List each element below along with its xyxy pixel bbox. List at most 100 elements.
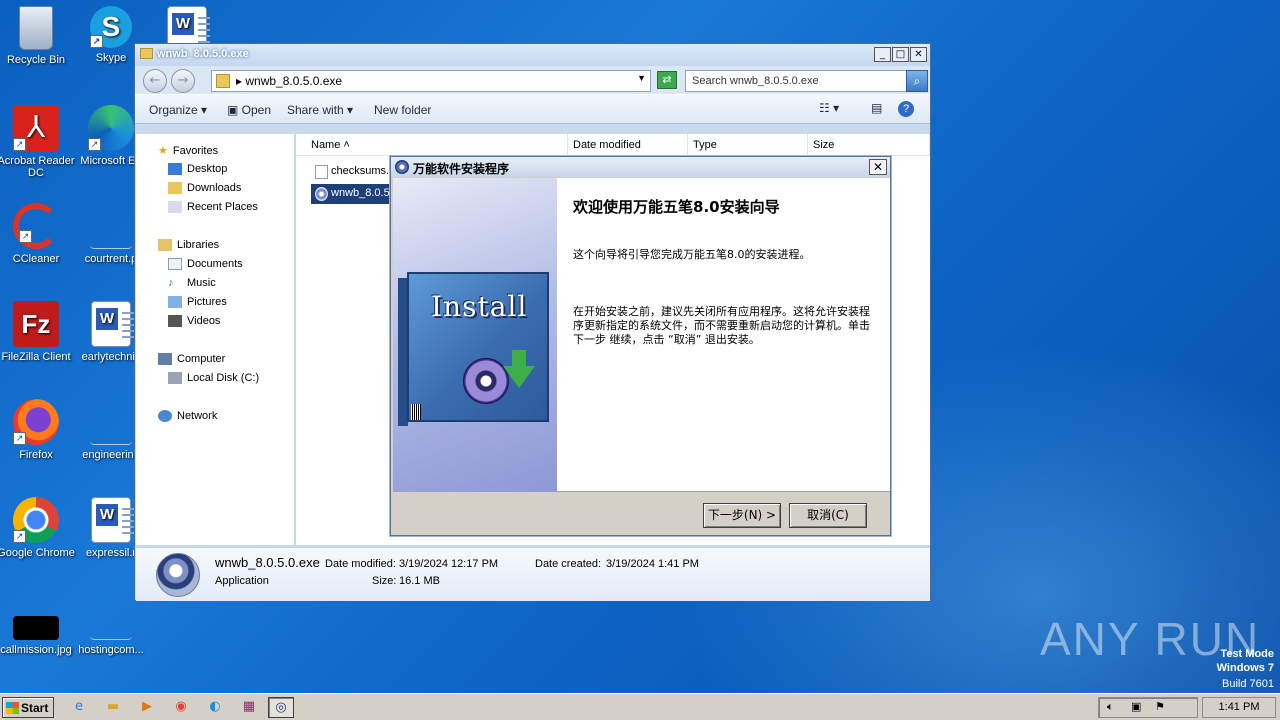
taskbar-chrome-icon[interactable]: ◉	[168, 697, 194, 718]
installer-banner: Install	[393, 178, 557, 492]
application-icon	[156, 553, 200, 597]
blank-file-icon	[90, 616, 132, 640]
desktop-icon-callmission[interactable]: callmission.jpg	[0, 616, 76, 656]
videos-icon	[168, 315, 182, 327]
download-arrow-head	[503, 366, 535, 388]
installer-body: Install 欢迎使用万能五笔8.0安装向导 这个向导将引导您完成万能五笔8.…	[393, 178, 890, 492]
organize-button[interactable]: Organize ▾	[149, 103, 207, 117]
chevron-down-icon[interactable]: ▼	[637, 73, 646, 83]
blank-file-icon	[90, 399, 132, 445]
installer-dialog[interactable]: 万能软件安装程序 ✕ Install 欢迎使用万能五笔8.0安装向导 这个向导将…	[390, 156, 891, 536]
details-date-modified-label: Date modified:	[325, 558, 396, 570]
minimize-button[interactable]: _	[874, 47, 891, 62]
shortcut-arrow-icon: ↗	[90, 35, 103, 48]
shortcut-arrow-icon: ↗	[13, 530, 26, 543]
desktop-icon-firefox[interactable]: ↗ Firefox	[0, 399, 76, 461]
volume-icon[interactable]: 🔈︎	[1107, 700, 1114, 714]
taskbar-clock[interactable]: 1:41 PM	[1202, 697, 1276, 718]
desktop-icon-label: FileZilla Client	[1, 351, 71, 363]
desktop-icon-chrome[interactable]: ↗ Google Chrome	[0, 497, 76, 559]
nav-documents[interactable]: Documents	[168, 258, 243, 270]
test-mode-label: Test Mode	[1220, 648, 1274, 660]
address-text: ▸ wnwb_8.0.5.0.exe	[236, 74, 343, 88]
build-label: Build 7601	[1222, 678, 1274, 690]
taskbar-ie-icon[interactable]: e	[66, 697, 92, 718]
documents-icon	[168, 258, 182, 270]
forward-button[interactable]: →	[171, 69, 195, 93]
word-document-icon	[167, 6, 210, 46]
music-icon: ♪	[168, 277, 174, 289]
taskbar-winrar-icon[interactable]: ▦	[236, 697, 262, 718]
search-input[interactable]: Search wnwb_8.0.5.0.exe	[685, 70, 907, 92]
nav-downloads[interactable]: Downloads	[168, 182, 241, 194]
details-date-created: 3/19/2024 1:41 PM	[606, 558, 699, 570]
view-options-icon[interactable]: ☷ ▾	[819, 101, 839, 115]
file-row[interactable]: checksums.t	[311, 162, 401, 182]
nav-favorites[interactable]: ★ Favorites	[158, 144, 218, 158]
nav-desktop[interactable]: Desktop	[168, 163, 227, 175]
preview-pane-icon[interactable]: ▤	[871, 101, 882, 115]
share-with-button[interactable]: Share with ▾	[287, 103, 353, 117]
nav-network[interactable]: Network	[158, 410, 217, 422]
next-button[interactable]: 下一步(N) >	[703, 503, 781, 528]
image-thumbnail-icon	[13, 616, 59, 640]
open-button[interactable]: ▣ Open	[227, 103, 271, 117]
filezilla-icon: Fz	[13, 301, 59, 347]
nav-libraries[interactable]: Libraries	[158, 239, 219, 251]
system-tray: 🔈︎ ▣ ⚑	[1098, 697, 1198, 718]
network-tray-icon[interactable]: ▣	[1131, 700, 1141, 713]
edge-icon: ↗	[88, 105, 134, 151]
desktop-icon-recycle-bin[interactable]: Recycle Bin	[0, 6, 76, 66]
nav-local-disk[interactable]: Local Disk (C:)	[168, 372, 259, 384]
close-button[interactable]: ✕	[910, 47, 927, 62]
search-icon[interactable]: ⌕	[906, 70, 928, 92]
desktop-icon-filezilla[interactable]: Fz FileZilla Client	[0, 301, 76, 363]
column-type[interactable]: Type	[688, 134, 808, 156]
desktop-icon-hostingcom[interactable]: hostingcom...	[71, 616, 151, 656]
new-folder-button[interactable]: New folder	[374, 103, 431, 117]
start-button[interactable]: Start	[2, 697, 54, 718]
nav-recent-places[interactable]: Recent Places	[168, 201, 258, 213]
nav-pictures[interactable]: Pictures	[168, 296, 227, 308]
blank-file-icon	[90, 203, 132, 249]
column-date-modified[interactable]: Date modified	[568, 134, 688, 156]
details-type: Application	[215, 575, 269, 587]
taskbar-installer-icon[interactable]: ◎	[268, 697, 294, 718]
installer-disc-icon	[395, 160, 409, 174]
taskbar-explorer-icon[interactable]: ▬	[100, 697, 126, 718]
back-button[interactable]: ←	[143, 69, 167, 93]
file-row-selected[interactable]: wnwb_8.0.5	[311, 184, 401, 204]
desktop-icon-ccleaner[interactable]: ↗ CCleaner	[0, 203, 76, 265]
shortcut-arrow-icon: ↗	[88, 138, 101, 151]
downloads-icon	[168, 182, 182, 194]
barcode-icon	[411, 404, 421, 420]
ccleaner-icon: ↗	[13, 203, 59, 249]
explorer-titlebar[interactable]: wnwb_8.0.5.0.exe _ □ ✕	[135, 44, 930, 66]
column-size[interactable]: Size	[808, 134, 930, 156]
nav-computer[interactable]: Computer	[158, 353, 225, 365]
taskbar-media-player-icon[interactable]: ▶	[134, 697, 160, 718]
desktop-icon-label: Acrobat Reader DC	[0, 155, 75, 179]
computer-icon	[158, 353, 172, 365]
help-icon[interactable]: ?	[898, 101, 914, 117]
maximize-button[interactable]: □	[892, 47, 909, 62]
word-document-icon	[91, 301, 134, 347]
recent-places-icon	[168, 201, 182, 213]
refresh-button[interactable]: ⇄	[657, 71, 677, 89]
action-center-flag-icon[interactable]: ⚑	[1155, 700, 1165, 713]
cancel-button[interactable]: 取消(C)	[789, 503, 867, 528]
close-button[interactable]: ✕	[869, 159, 887, 175]
desktop-icon-acrobat[interactable]: ⅄ ↗ Acrobat Reader DC	[0, 105, 76, 179]
windows-logo-icon	[6, 702, 19, 714]
installer-titlebar[interactable]: 万能软件安装程序 ✕	[391, 157, 890, 177]
shortcut-arrow-icon: ↗	[19, 230, 32, 243]
folder-icon	[140, 48, 153, 59]
column-name[interactable]: Name ˄	[306, 134, 568, 156]
address-bar-row: ← → ▸ wnwb_8.0.5.0.exe ▼ ⇄ Search wnwb_8…	[135, 66, 930, 94]
shortcut-arrow-icon: ↗	[13, 432, 26, 445]
nav-videos[interactable]: Videos	[168, 315, 220, 327]
taskbar-edge-icon[interactable]: ◐	[202, 697, 228, 718]
address-bar[interactable]: ▸ wnwb_8.0.5.0.exe ▼	[211, 70, 651, 92]
os-label: Windows 7	[1216, 662, 1274, 674]
nav-music[interactable]: ♪ Music	[168, 277, 216, 289]
